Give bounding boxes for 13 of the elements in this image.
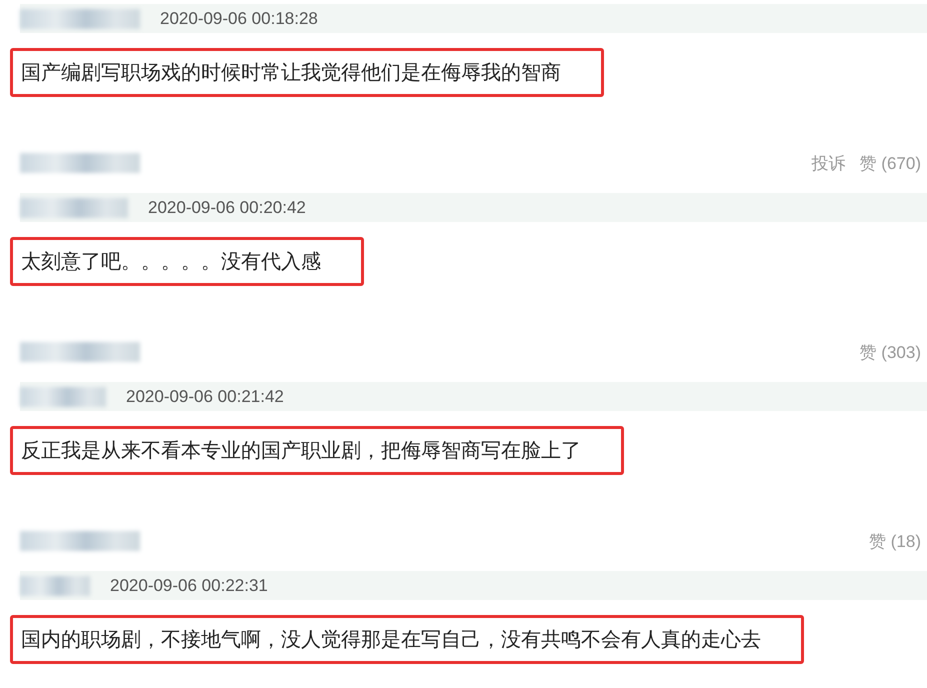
comment-text: 国内的职场剧，不接地气啊，没人觉得那是在写自己，没有共鸣不会有人真的走心去 bbox=[10, 615, 804, 664]
comment-time: 2020-09-06 00:18:28 bbox=[160, 8, 318, 28]
comment-time: 2020-09-06 00:22:31 bbox=[110, 576, 268, 596]
comment-text: 国产编剧写职场戏的时候时常让我觉得他们是在侮辱我的智商 bbox=[10, 48, 604, 97]
like-link[interactable]: 赞 (303) bbox=[860, 340, 921, 364]
like-link[interactable]: 赞 (670) bbox=[860, 152, 921, 174]
comment-time: 2020-09-06 00:21:42 bbox=[126, 386, 284, 406]
comment-text: 太刻意了吧。。。。。没有代入感 bbox=[10, 237, 364, 286]
like-link[interactable]: 赞 (18) bbox=[869, 530, 921, 552]
comment-time: 2020-09-06 00:20:42 bbox=[148, 198, 306, 218]
comment-text: 反正我是从来不看本专业的国产职业剧，把侮辱智商写在脸上了 bbox=[10, 426, 624, 475]
blurred-username bbox=[20, 576, 90, 596]
report-link[interactable]: 投诉 bbox=[812, 152, 846, 174]
